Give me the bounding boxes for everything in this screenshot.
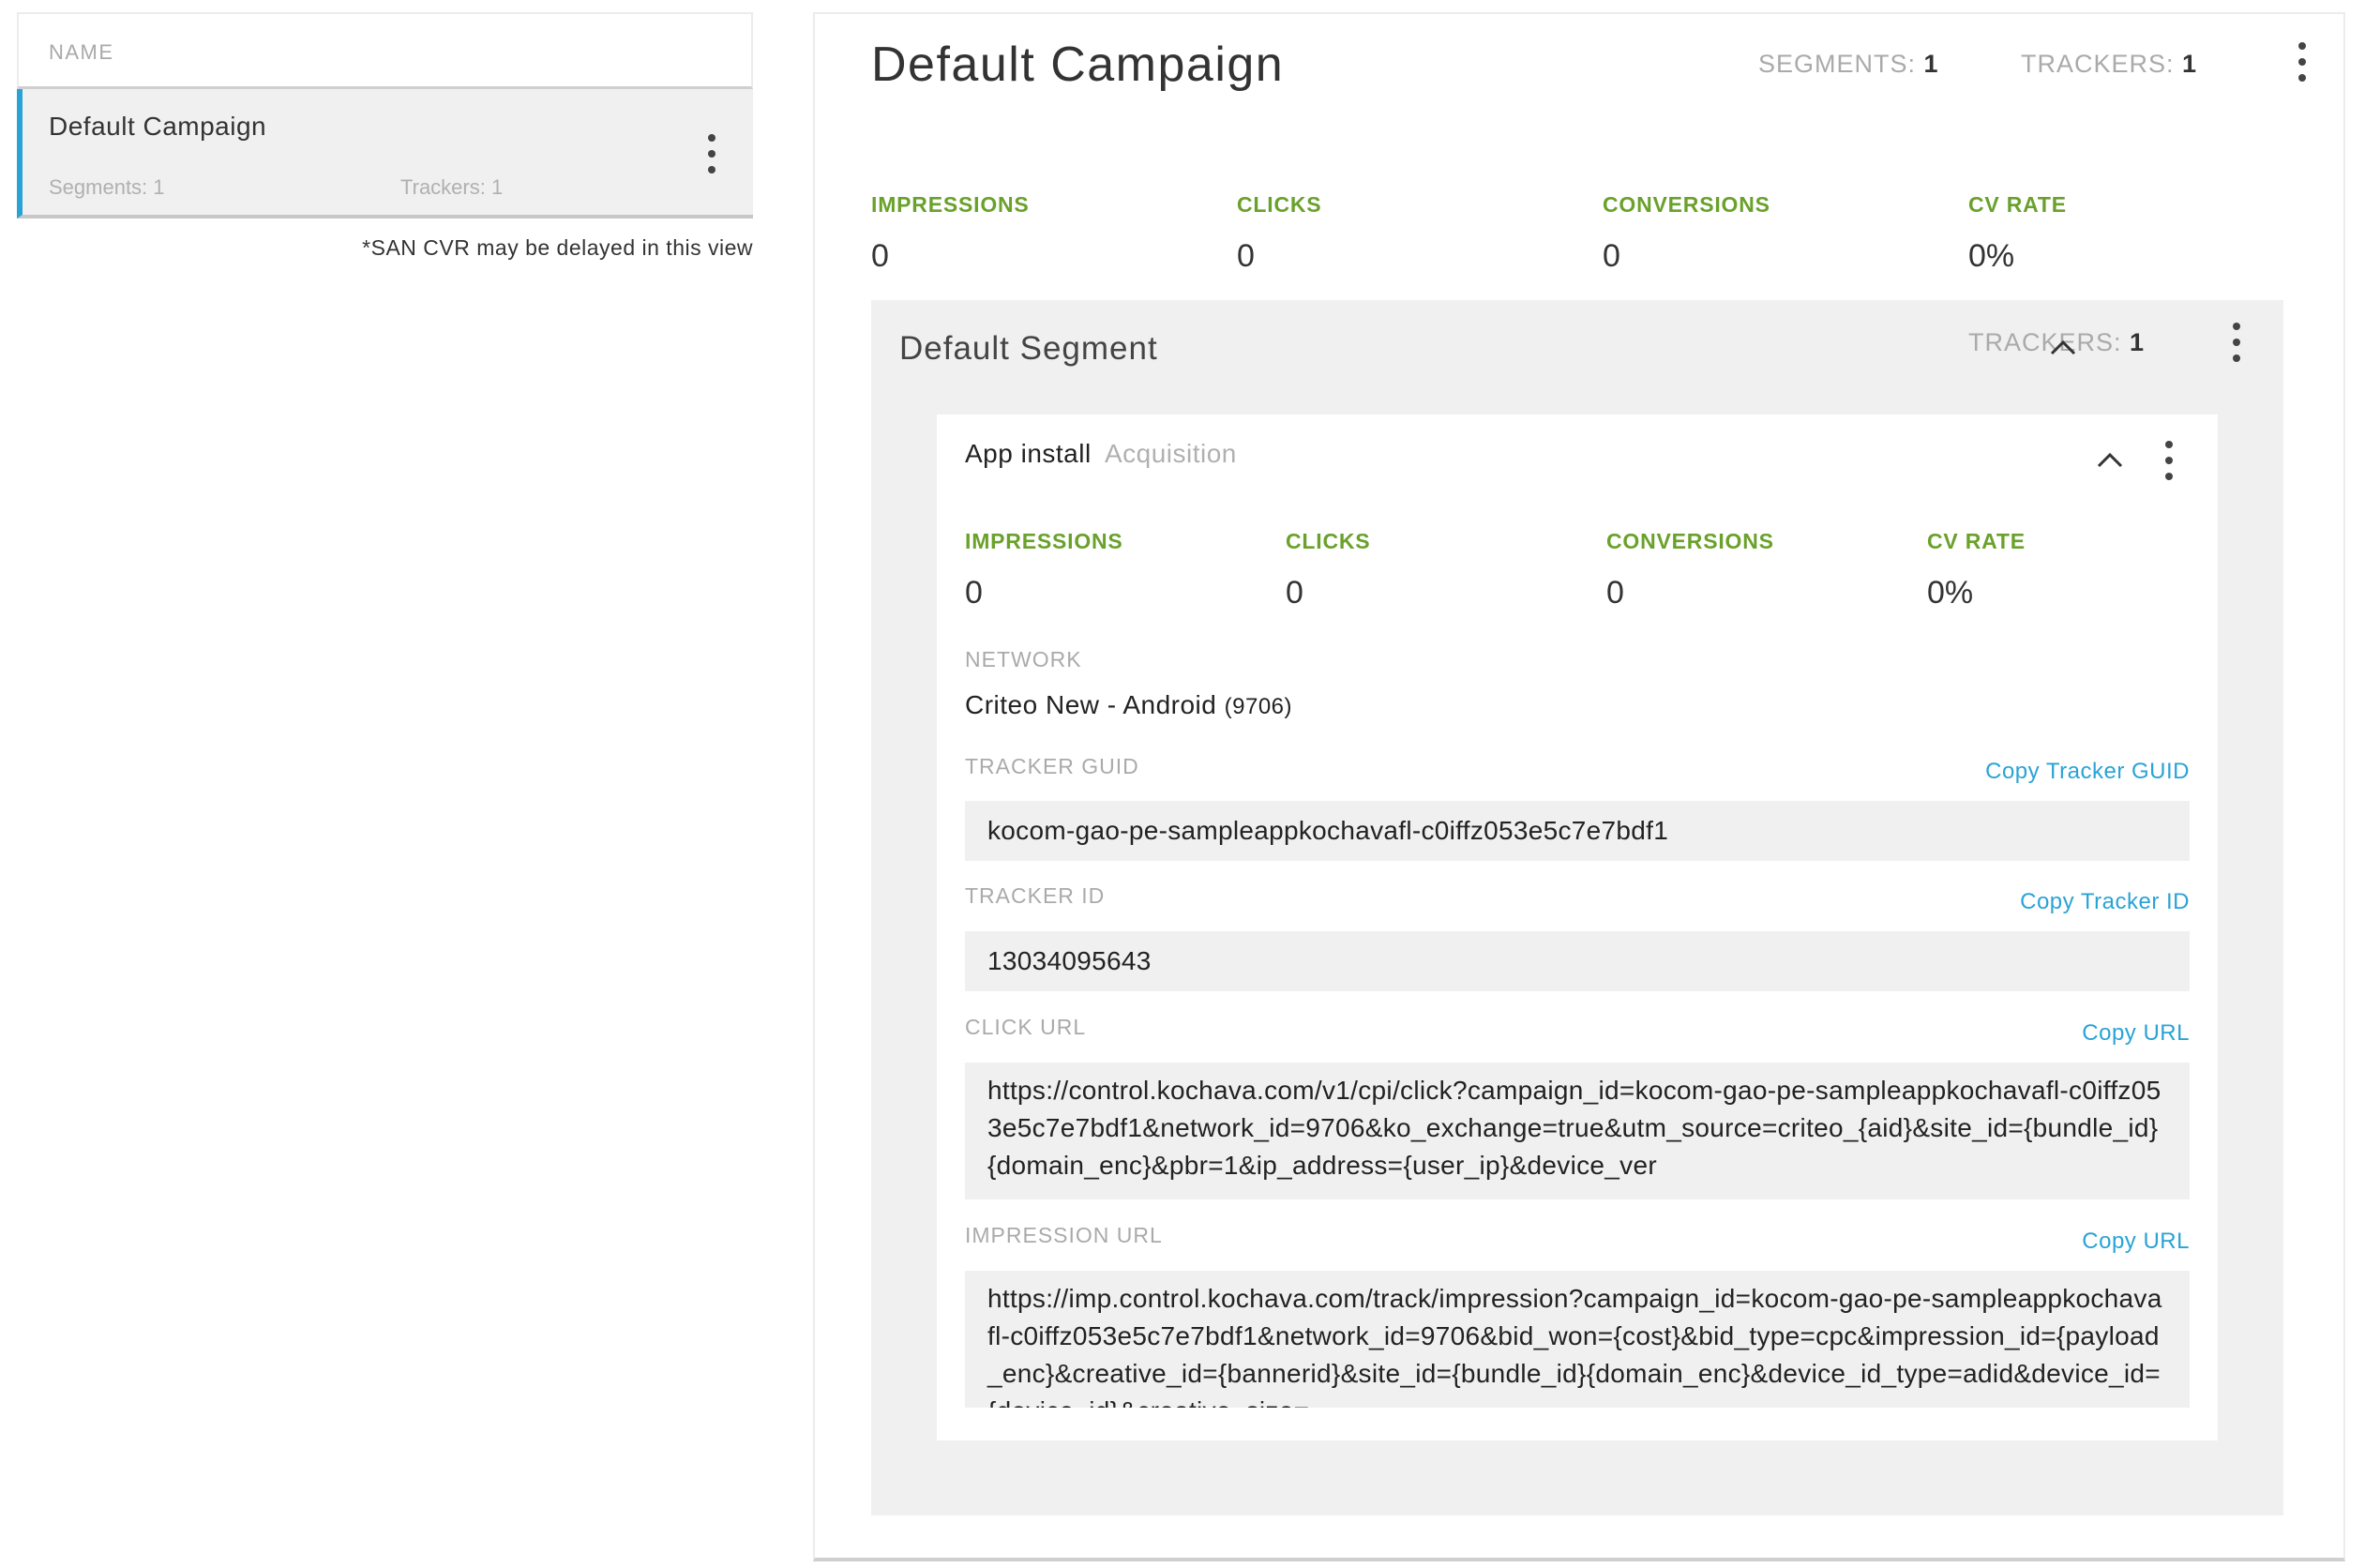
- metric-cv-rate: CV RATE 0%: [1968, 192, 2334, 275]
- metric-value: 0: [965, 575, 983, 611]
- copy-click-url-link[interactable]: Copy URL: [2082, 1020, 2190, 1047]
- metric-label: CLICKS: [1237, 192, 1322, 217]
- metric-value: 0: [1237, 238, 1255, 274]
- more-vertical-icon[interactable]: [2229, 323, 2244, 362]
- click-url-label: CLICK URL: [965, 1015, 1087, 1039]
- campaign-metrics: IMPRESSIONS 0 CLICKS 0 CONVERSIONS 0 CV …: [871, 192, 2334, 275]
- more-vertical-icon[interactable]: [2295, 42, 2310, 82]
- cvr-delay-note: *SAN CVR may be delayed in this view: [362, 235, 753, 260]
- network-label: NETWORK: [965, 647, 1082, 671]
- copy-impression-url-link[interactable]: Copy URL: [2082, 1229, 2190, 1255]
- list-item-segments: Segments: 1: [49, 175, 165, 199]
- tracker-title: App install Acquisition: [965, 439, 1237, 469]
- metric-cv-rate: CV RATE 0%: [1927, 529, 2248, 611]
- metric-impressions: IMPRESSIONS 0: [965, 529, 1286, 611]
- metric-clicks: CLICKS 0: [1286, 529, 1606, 611]
- trackers-label: TRACKERS:: [1968, 328, 2122, 356]
- metric-label: IMPRESSIONS: [871, 192, 1030, 217]
- metric-value: 0%: [1968, 238, 2015, 274]
- metric-impressions: IMPRESSIONS 0: [871, 192, 1237, 275]
- metric-label: IMPRESSIONS: [965, 529, 1123, 553]
- segment-panel: Default Segment TRACKERS: 1 App install …: [871, 300, 2283, 1515]
- impression-url-label: IMPRESSION URL: [965, 1223, 1163, 1247]
- metric-clicks: CLICKS 0: [1237, 192, 1603, 275]
- list-item-title: Default Campaign: [49, 112, 267, 141]
- tracker-type: App install: [965, 439, 1092, 468]
- campaign-segments-count: SEGMENTS: 1: [1758, 50, 1939, 79]
- network-name: Criteo New - Android: [965, 690, 1217, 719]
- metric-value: 0: [1603, 238, 1620, 274]
- more-vertical-icon[interactable]: [704, 134, 719, 173]
- metric-conversions: CONVERSIONS 0: [1606, 529, 1927, 611]
- metric-value: 0: [871, 238, 889, 274]
- network-id: (9706): [1224, 694, 1292, 719]
- list-column-header-name[interactable]: NAME: [17, 12, 753, 89]
- metric-value: 0: [1606, 575, 1624, 611]
- list-item-trackers: Trackers: 1: [400, 175, 504, 199]
- tracker-category: Acquisition: [1104, 439, 1237, 468]
- campaign-title: Default Campaign: [871, 38, 1285, 92]
- list-item-default-campaign[interactable]: Default Campaign Segments: 1 Trackers: 1: [17, 89, 753, 219]
- metric-label: CV RATE: [1968, 192, 2067, 217]
- metric-label: CONVERSIONS: [1606, 529, 1774, 553]
- chevron-up-icon[interactable]: [2049, 338, 2077, 356]
- network-value: Criteo New - Android (9706): [965, 690, 1292, 720]
- tracker-guid-label: TRACKER GUID: [965, 754, 1139, 778]
- segment-title: Default Segment: [899, 330, 1158, 367]
- tracker-guid-field[interactable]: kocom-gao-pe-sampleappkochavafl-c0iffz05…: [965, 801, 2190, 861]
- copy-tracker-id-link[interactable]: Copy Tracker ID: [2020, 889, 2190, 915]
- metric-label: CV RATE: [1927, 529, 2026, 553]
- segments-label: SEGMENTS:: [1758, 50, 1917, 78]
- trackers-value: 1: [2130, 328, 2146, 356]
- metric-conversions: CONVERSIONS 0: [1603, 192, 1968, 275]
- chevron-up-icon[interactable]: [2096, 450, 2124, 469]
- campaign-detail-panel: Default Campaign SEGMENTS: 1 TRACKERS: 1…: [813, 12, 2345, 1561]
- metric-label: CLICKS: [1286, 529, 1371, 553]
- tracker-id-field[interactable]: 13034095643: [965, 931, 2190, 991]
- trackers-value: 1: [2182, 50, 2198, 78]
- campaign-trackers-count: TRACKERS: 1: [2021, 50, 2197, 79]
- impression-url-field[interactable]: https://imp.control.kochava.com/track/im…: [965, 1271, 2190, 1408]
- metric-label: CONVERSIONS: [1603, 192, 1770, 217]
- tracker-metrics: IMPRESSIONS 0 CLICKS 0 CONVERSIONS 0 CV …: [965, 529, 2248, 611]
- metric-value: 0: [1286, 575, 1303, 611]
- click-url-field[interactable]: https://control.kochava.com/v1/cpi/click…: [965, 1063, 2190, 1199]
- tracker-id-label: TRACKER ID: [965, 883, 1106, 908]
- copy-tracker-guid-link[interactable]: Copy Tracker GUID: [1985, 759, 2190, 785]
- trackers-label: TRACKERS:: [2021, 50, 2175, 78]
- segments-value: 1: [1923, 50, 1939, 78]
- metric-value: 0%: [1927, 575, 1974, 611]
- campaign-list: NAME Default Campaign Segments: 1 Tracke…: [17, 12, 753, 261]
- more-vertical-icon[interactable]: [2162, 441, 2177, 480]
- tracker-card: App install Acquisition IMPRESSIONS 0 CL…: [937, 415, 2218, 1440]
